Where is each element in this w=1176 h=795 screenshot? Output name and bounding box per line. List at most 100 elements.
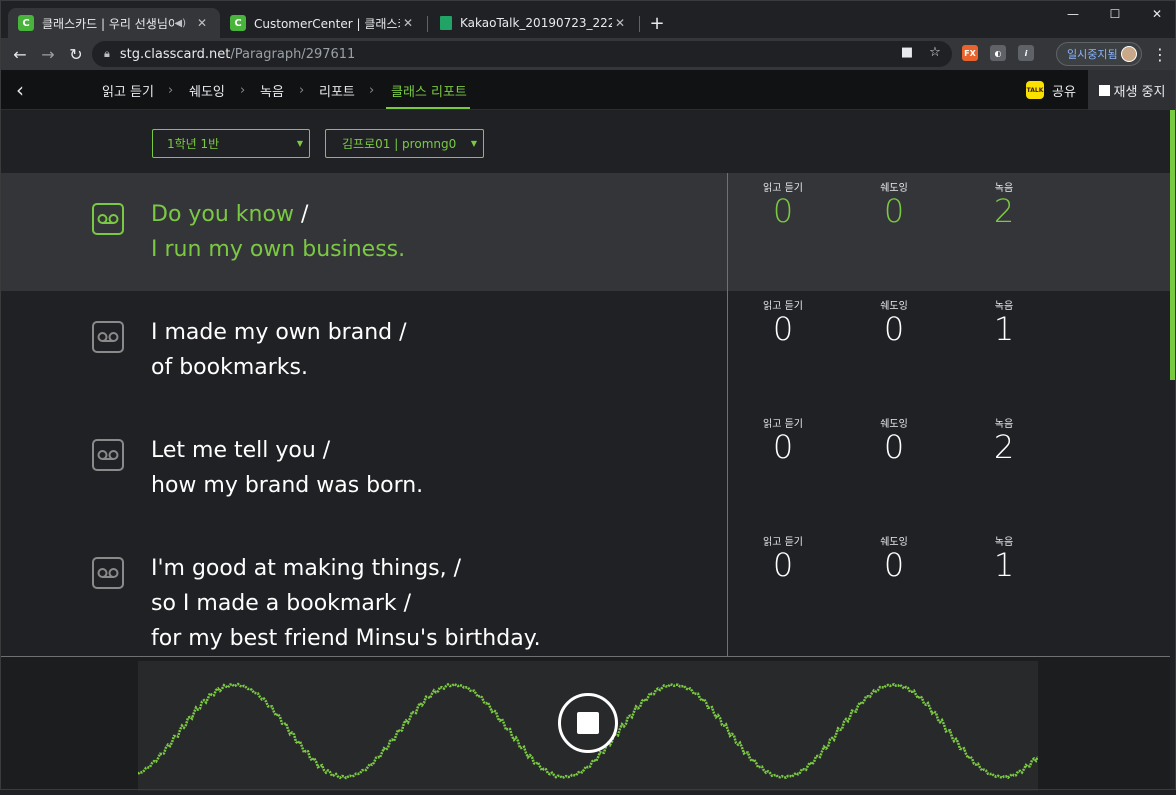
share-button[interactable]: TALK 공유: [1016, 70, 1088, 110]
voicemail-icon[interactable]: [92, 439, 124, 471]
address-bar[interactable]: 🔒︎ stg.classcard.net/Paragraph/297611: [92, 41, 952, 67]
sentence-row[interactable]: Let me tell you / how my brand was born.…: [0, 409, 1170, 527]
url-path: /Paragraph/297611: [230, 46, 356, 62]
record-count: 녹음 1: [964, 297, 1044, 347]
shadow-count: 쉐도잉 0: [854, 533, 934, 583]
stat-label: 쉐도잉: [880, 537, 908, 548]
tab-title: CustomerCenter | 클래스카드: [254, 16, 400, 31]
close-tab-icon[interactable]: ✕: [400, 15, 416, 31]
chevron-right-icon: ›: [369, 82, 375, 98]
breadcrumb-recording[interactable]: 녹음: [260, 70, 284, 110]
camera-icon[interactable]: ■: [898, 43, 916, 61]
breadcrumb-read-listen[interactable]: 읽고 듣기: [102, 70, 154, 110]
class-select-value: 1학년 1반: [167, 137, 220, 151]
sentence-row[interactable]: Do you know / I run my own business. 읽고 …: [0, 173, 1170, 291]
active-tab-underline: [386, 107, 470, 109]
stop-square-icon: [577, 712, 599, 734]
sentence-line: I'm good at making things, /: [151, 556, 462, 581]
voicemail-icon[interactable]: [92, 203, 124, 235]
reload-icon[interactable]: ↻: [64, 42, 88, 66]
stat-value: 0: [772, 310, 794, 348]
class-select[interactable]: 1학년 1반 ▼: [152, 129, 310, 158]
new-tab-plus-icon[interactable]: +: [646, 12, 668, 34]
classcard-favicon-icon: C: [230, 15, 246, 31]
stat-label: 읽고 듣기: [763, 419, 803, 430]
more-menu-icon[interactable]: ⋮: [1150, 44, 1170, 64]
filter-bar: 1학년 1반 ▼ 김프로01 | promng0 ▼: [0, 110, 1170, 173]
stop-playback-button[interactable]: 재생 중지: [1088, 70, 1176, 110]
sentence-row[interactable]: I'm good at making things, / so I made a…: [0, 527, 1170, 656]
sentence-line: Do you know /: [151, 202, 309, 227]
sentence-line: I run my own business.: [151, 237, 406, 262]
stat-label: 녹음: [994, 301, 1014, 312]
breadcrumb-shadowing[interactable]: 쉐도잉: [189, 70, 225, 110]
slash-separator: /: [300, 202, 309, 227]
record-count: 녹음 2: [964, 415, 1044, 465]
read-count: 읽고 듣기 0: [743, 533, 823, 583]
tab-kakaotalk-image[interactable]: KakaoTalk_20190723_2220212 ✕: [430, 8, 638, 38]
url-host: stg.classcard.net: [119, 46, 231, 62]
stat-value: 0: [883, 546, 905, 584]
stop-playback-label: 재생 중지: [1113, 84, 1166, 100]
avatar: [1121, 46, 1137, 62]
sentence-text: I made my own brand / of bookmarks.: [151, 315, 407, 385]
stat-value: 1: [993, 310, 1015, 348]
back-arrow-icon[interactable]: ←: [8, 42, 32, 66]
stat-value: 2: [993, 192, 1015, 230]
tab-title: 클래스카드 | 우리 선생님이: [42, 16, 175, 31]
sentence-line: of bookmarks.: [151, 355, 308, 380]
forward-arrow-icon[interactable]: →: [36, 42, 60, 66]
close-window-icon[interactable]: ✕: [1134, 0, 1176, 28]
breadcrumb-class-report[interactable]: 클래스 리포트: [391, 70, 467, 110]
sentence-text: I'm good at making things, / so I made a…: [151, 551, 541, 656]
stat-label: 녹음: [994, 537, 1014, 548]
record-count: 녹음 2: [964, 179, 1044, 229]
stat-label: 읽고 듣기: [763, 183, 803, 194]
extension-info-icon[interactable]: i: [1018, 45, 1034, 61]
back-chevron-icon[interactable]: ‹: [8, 78, 32, 102]
sentence-line: Let me tell you /: [151, 438, 331, 463]
stat-value: 0: [883, 428, 905, 466]
voicemail-icon[interactable]: [92, 557, 124, 589]
voicemail-icon[interactable]: [92, 321, 124, 353]
stop-square-icon: [1098, 84, 1110, 96]
tab-separator: [427, 16, 428, 32]
tab-customer-center[interactable]: C CustomerCenter | 클래스카드 ✕: [220, 8, 426, 38]
sentence-line: I made my own brand /: [151, 320, 407, 345]
maximize-icon[interactable]: ☐: [1092, 0, 1138, 28]
minimize-icon[interactable]: —: [1050, 0, 1096, 28]
close-tab-icon[interactable]: ✕: [194, 15, 210, 31]
shadow-count: 쉐도잉 0: [854, 179, 934, 229]
stop-recording-button[interactable]: [558, 693, 618, 753]
stat-value: 0: [772, 192, 794, 230]
speaker-icon[interactable]: ◀): [174, 18, 186, 29]
scrollbar[interactable]: [1170, 110, 1176, 790]
tab-title: KakaoTalk_20190723_2220212: [460, 16, 612, 30]
stat-value: 2: [993, 428, 1015, 466]
profile-button[interactable]: 일시중지됨: [1056, 42, 1142, 66]
bookmark-star-icon[interactable]: ☆: [926, 43, 944, 61]
scrollbar-thumb[interactable]: [1170, 110, 1176, 380]
chevron-right-icon: ›: [240, 82, 246, 98]
shadow-count: 쉐도잉 0: [854, 297, 934, 347]
stat-label: 쉐도잉: [880, 183, 908, 194]
read-count: 읽고 듣기 0: [743, 297, 823, 347]
tab-classcard[interactable]: C 클래스카드 | 우리 선생님이 ◀) ✕: [8, 8, 220, 38]
read-count: 읽고 듣기 0: [743, 415, 823, 465]
close-tab-icon[interactable]: ✕: [612, 15, 628, 31]
stat-value: 1: [993, 546, 1015, 584]
extension-fx-icon[interactable]: FX: [962, 45, 978, 61]
recording-panel: [0, 656, 1170, 791]
dropdown-arrow-icon: ▼: [296, 139, 303, 148]
stat-value: 0: [883, 192, 905, 230]
stat-label: 읽고 듣기: [763, 537, 803, 548]
sentence-row[interactable]: I made my own brand / of bookmarks. 읽고 듣…: [0, 291, 1170, 409]
profile-status-label: 일시중지됨: [1067, 48, 1118, 61]
stat-label: 읽고 듣기: [763, 301, 803, 312]
chevron-right-icon: ›: [168, 82, 174, 98]
breadcrumb-report[interactable]: 리포트: [319, 70, 355, 110]
student-select[interactable]: 김프로01 | promng0 ▼: [325, 129, 484, 158]
sentence-text: Let me tell you / how my brand was born.: [151, 433, 423, 503]
stat-value: 0: [772, 428, 794, 466]
extension-pin-icon[interactable]: ◐: [990, 45, 1006, 61]
